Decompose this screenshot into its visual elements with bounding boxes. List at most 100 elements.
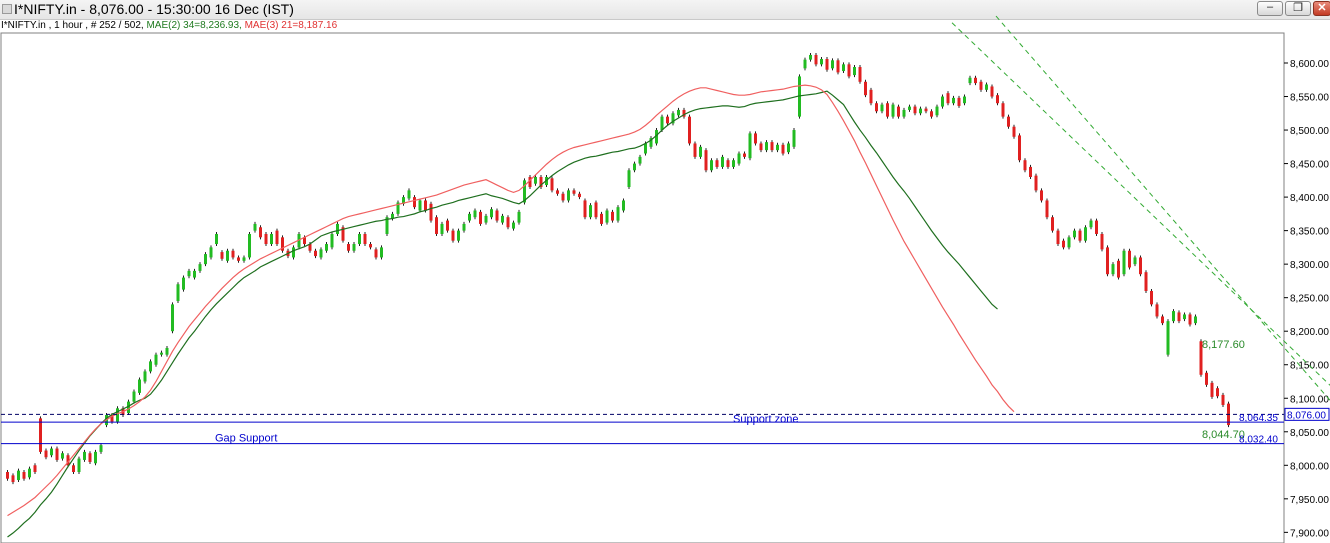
candle-up: [820, 58, 823, 65]
candle-up: [721, 156, 724, 167]
candle-down: [1177, 312, 1181, 322]
candle-up: [1166, 321, 1170, 355]
candle-up: [1089, 220, 1093, 228]
candle-up: [490, 209, 493, 218]
candle-up: [589, 205, 592, 218]
candle-down: [413, 197, 416, 208]
candle-down: [451, 230, 455, 241]
candle-up: [842, 64, 845, 72]
candle-up: [919, 108, 922, 114]
candle-up: [633, 163, 636, 171]
candle-up: [209, 247, 213, 258]
channel-line: [995, 15, 1330, 402]
gap-support-label: Gap Support: [215, 433, 277, 445]
candle-down: [237, 257, 240, 261]
candle-down: [363, 233, 367, 245]
y-tick-label: 8,200.00: [1290, 327, 1329, 338]
y-tick-label: 8,050.00: [1290, 428, 1329, 439]
price-chart[interactable]: 7,900.00 7,950.00 8,000.00 8,050.00 8,100.00…: [0, 0, 1330, 543]
candle-down: [743, 153, 746, 157]
channel-upper-label: 8,177.60: [1202, 339, 1245, 351]
candle-down: [897, 106, 900, 117]
candle-up: [319, 249, 323, 258]
candle-up: [215, 233, 218, 245]
candle-down: [583, 200, 587, 218]
candle-down: [1012, 126, 1016, 137]
candle-down: [231, 250, 235, 258]
candle-up: [457, 230, 460, 241]
candle-up: [226, 250, 229, 261]
candle-up: [677, 109, 680, 116]
candle-down: [479, 211, 482, 224]
candle-down: [11, 475, 15, 483]
candle-down: [924, 108, 928, 112]
candle-up: [468, 213, 471, 221]
candle-down: [1007, 116, 1010, 127]
candle-up: [501, 215, 504, 223]
candle-down: [578, 193, 581, 198]
candle-up: [1122, 250, 1126, 275]
candle-down: [913, 106, 917, 114]
candle-up: [138, 379, 141, 393]
candle-down: [979, 81, 983, 90]
y-tick-label: 8,300.00: [1290, 260, 1329, 271]
candle-down: [726, 160, 730, 167]
support-price-label: 8,064.35: [1239, 413, 1278, 424]
candle-down: [1210, 382, 1214, 397]
candle-down: [1221, 394, 1225, 405]
candle-down: [875, 103, 878, 112]
candle-down: [886, 103, 889, 117]
candle-up: [248, 233, 251, 258]
candle-up: [325, 244, 328, 251]
candle-up: [963, 96, 966, 104]
candle-up: [484, 215, 488, 223]
candle-up: [198, 264, 202, 271]
candle-up: [50, 448, 53, 456]
candle-up: [512, 222, 515, 229]
candle-up: [165, 347, 169, 355]
candle-up: [132, 391, 136, 402]
candle-down: [715, 160, 719, 167]
candle-up: [891, 104, 895, 117]
candle-up: [253, 223, 257, 231]
candle-up: [1183, 314, 1186, 320]
gap-support-price-label: 8,032.40: [1239, 435, 1278, 446]
candle-up: [803, 59, 807, 69]
candle-up: [792, 130, 796, 147]
candle-up: [732, 160, 735, 167]
candle-up: [787, 143, 790, 153]
candle-up: [517, 211, 521, 223]
y-tick-label: 8,000.00: [1290, 461, 1329, 472]
y-tick-label: 8,400.00: [1290, 193, 1329, 204]
candle-down: [1018, 135, 1021, 161]
candle-down: [264, 233, 268, 245]
candle-up: [710, 160, 713, 171]
candle-up: [765, 142, 768, 151]
candle-down: [1155, 304, 1159, 317]
candle-up: [1084, 227, 1087, 241]
candle-up: [1067, 237, 1071, 248]
candle-up: [17, 470, 20, 481]
candle-down: [693, 143, 697, 157]
candle-down: [1100, 233, 1104, 250]
candle-down: [930, 111, 933, 117]
plot-frame: [0, 32, 1285, 543]
candle-up: [77, 458, 81, 473]
candle-down: [1040, 190, 1043, 201]
candle-down: [1188, 314, 1192, 325]
candle-up: [292, 247, 295, 258]
candle-up: [358, 233, 361, 245]
candle-up: [182, 277, 185, 290]
candle-down: [369, 244, 372, 248]
candle-up: [699, 146, 702, 157]
candle-down: [1095, 220, 1098, 234]
candle-up: [880, 104, 884, 112]
candle-up: [1172, 311, 1175, 322]
candle-up: [352, 244, 356, 251]
candle-up: [748, 133, 752, 159]
candle-up: [985, 84, 988, 90]
candle-up: [902, 109, 906, 117]
candle-up: [380, 247, 383, 258]
candle-up: [809, 54, 812, 60]
candle-down: [435, 217, 438, 234]
